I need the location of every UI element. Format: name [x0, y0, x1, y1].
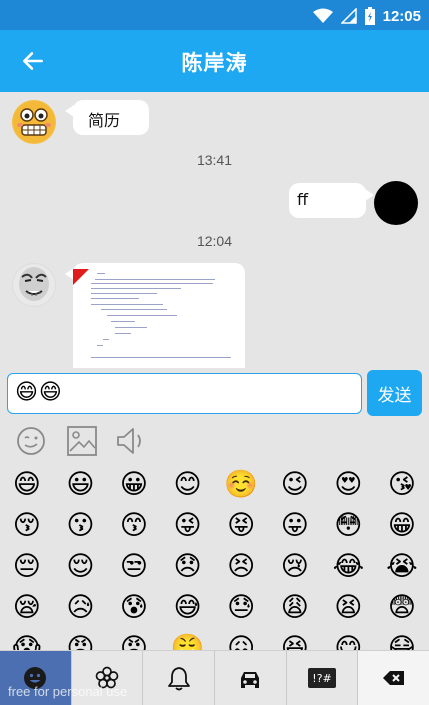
- emoji-item[interactable]: 😰: [107, 587, 161, 628]
- symbols-tab-label: !?#: [312, 671, 332, 685]
- emoji-item[interactable]: 😱: [0, 628, 54, 650]
- emoji-item[interactable]: 😛: [268, 505, 322, 546]
- emoji-item[interactable]: 😁: [375, 505, 429, 546]
- image-icon[interactable]: [65, 424, 99, 458]
- emoji-item[interactable]: 😣: [214, 546, 268, 587]
- emoji-item[interactable]: 😋: [322, 628, 376, 650]
- signal-icon: [340, 8, 357, 24]
- emoji-item[interactable]: 😭: [375, 546, 429, 587]
- tab-symbols[interactable]: !?#: [286, 651, 359, 705]
- emoji-item[interactable]: 😀: [107, 464, 161, 505]
- tab-smileys[interactable]: [0, 651, 72, 705]
- contact-avatar[interactable]: [12, 100, 56, 144]
- emoji-item[interactable]: 😫: [322, 587, 376, 628]
- tab-objects[interactable]: [143, 651, 216, 705]
- emoji-item[interactable]: 😷: [375, 628, 429, 650]
- emoji-item[interactable]: 😃: [54, 464, 108, 505]
- meme-face-avatar-icon: [13, 264, 55, 306]
- wifi-icon: [312, 8, 333, 23]
- emoji-item[interactable]: 😚: [0, 505, 54, 546]
- emoji-item[interactable]: 😉: [268, 464, 322, 505]
- emoji-item[interactable]: 😒: [107, 546, 161, 587]
- bell-tab-icon: [167, 667, 190, 691]
- emoji-item[interactable]: 😜: [161, 505, 215, 546]
- emoji-item[interactable]: 😢: [268, 546, 322, 587]
- emoji-item[interactable]: 😖: [214, 628, 268, 650]
- symbols-tab-icon: !?#: [308, 668, 337, 688]
- battery-icon: [364, 7, 375, 25]
- emoji-item[interactable]: 😅: [161, 587, 215, 628]
- message-timestamp: 12:04: [196, 233, 233, 249]
- chat-title: 陈岸涛: [181, 51, 248, 75]
- emoji-item[interactable]: 😂: [322, 546, 376, 587]
- emoji-item[interactable]: 😥: [54, 587, 108, 628]
- user-avatar[interactable]: [374, 181, 418, 225]
- emoji-item[interactable]: 😩: [268, 587, 322, 628]
- app-bar: 陈岸涛: [0, 30, 429, 92]
- emoji-item[interactable]: 😡: [107, 628, 161, 650]
- delete-key-icon: [382, 671, 404, 685]
- emoji-item[interactable]: 😤: [161, 628, 215, 650]
- emoji-item[interactable]: 😔: [0, 546, 54, 587]
- composer: 😄😄 发送: [0, 368, 429, 420]
- emoji-item[interactable]: 😗: [54, 505, 108, 546]
- message-input[interactable]: 😄😄: [7, 373, 362, 414]
- emoji-item[interactable]: 😳: [322, 505, 376, 546]
- emoji-item[interactable]: 😘: [375, 464, 429, 505]
- emoji-item[interactable]: 😠: [54, 628, 108, 650]
- car-tab-icon: [241, 672, 260, 688]
- emoji-item[interactable]: 😨: [375, 587, 429, 628]
- message-text: 简历: [88, 111, 121, 130]
- status-icons: 12:05: [312, 6, 421, 26]
- voice-icon[interactable]: [114, 424, 148, 458]
- document-thumbnail[interactable]: [81, 271, 237, 366]
- emoji-item[interactable]: ☺️: [214, 464, 268, 505]
- image-message-bubble[interactable]: [65, 263, 245, 368]
- input-text: 😄😄: [15, 380, 63, 405]
- status-time: 12:05: [382, 7, 421, 25]
- tab-places[interactable]: [215, 651, 287, 705]
- message-bubble-sent[interactable]: ff: [289, 183, 374, 218]
- grimace-avatar-icon: [13, 101, 55, 143]
- send-button[interactable]: 发送: [367, 370, 422, 416]
- composer-tools: [0, 420, 429, 464]
- emoji-item[interactable]: 😄: [0, 464, 54, 505]
- emoji-item[interactable]: 😊: [161, 464, 215, 505]
- tab-nature[interactable]: [71, 651, 144, 705]
- emoji-face-icon[interactable]: [14, 424, 48, 458]
- chat-messages[interactable]: 简历 13:41 ff 12:04: [0, 92, 429, 368]
- message-text: ff: [297, 190, 309, 209]
- emoji-item[interactable]: 😪: [0, 587, 54, 628]
- emoji-category-tabs: !?#: [0, 650, 429, 705]
- emoji-item[interactable]: 😆: [268, 628, 322, 650]
- contact-avatar[interactable]: [12, 263, 56, 307]
- emoji-grid: 😄 😃 😀 😊 ☺️ 😉 😍 😘 😚 😗 😙 😜 😝 😛 😳 😁 😔 😌 😒 😞 😣 😢 😂 😭 😪 😥 😰 😅 😓 😩 😫 😨 😱 😠 😡 😤 😖 😆 😋…: [0, 464, 429, 650]
- message-bubble-received[interactable]: 简历: [65, 100, 149, 135]
- emoji-item[interactable]: 😙: [107, 505, 161, 546]
- message-timestamp: 13:41: [196, 152, 233, 168]
- delete-key[interactable]: [358, 651, 429, 705]
- emoji-item[interactable]: 😍: [322, 464, 376, 505]
- emoji-item[interactable]: 😌: [54, 546, 108, 587]
- emoji-item[interactable]: 😞: [161, 546, 215, 587]
- emoji-item[interactable]: 😓: [214, 587, 268, 628]
- smiley-tab-icon: [24, 667, 47, 689]
- flower-tab-icon: [95, 666, 119, 689]
- status-bar: 12:05: [0, 0, 429, 30]
- emoji-item[interactable]: 😝: [214, 505, 268, 546]
